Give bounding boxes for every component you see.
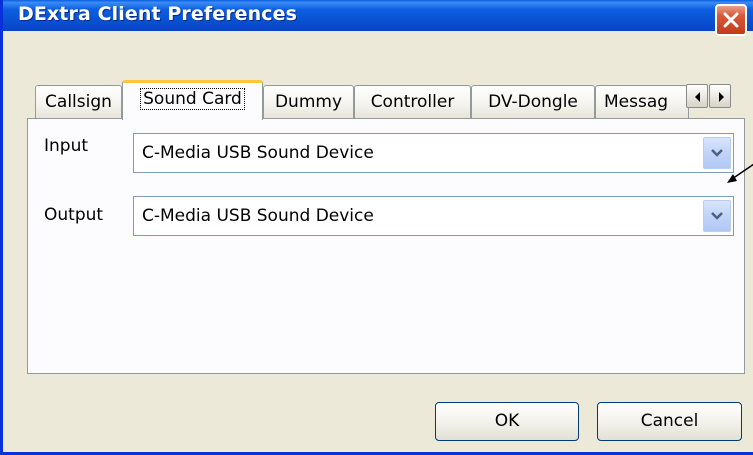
ok-button[interactable]: OK — [435, 402, 579, 441]
chevron-down-icon — [711, 149, 723, 157]
chevron-right-icon — [719, 92, 724, 102]
close-icon — [723, 12, 739, 28]
tab-dummy[interactable]: Dummy — [263, 85, 354, 118]
tab-label: Messag — [604, 92, 669, 112]
input-label: Input — [44, 136, 89, 156]
tab-scroll-right-button[interactable] — [709, 84, 731, 108]
chevron-left-icon — [695, 92, 700, 102]
tab-messages[interactable]: Messag — [595, 85, 689, 118]
tab-label: Controller — [370, 92, 455, 112]
output-device-value: C-Media USB Sound Device — [142, 206, 374, 226]
tab-dv-dongle[interactable]: DV-Dongle — [471, 85, 595, 118]
cancel-button[interactable]: Cancel — [597, 402, 742, 441]
title-bar[interactable]: DExtra Client Preferences — [3, 0, 753, 31]
tab-controller[interactable]: Controller — [354, 85, 471, 118]
tab-scroll-left-button[interactable] — [686, 84, 708, 108]
tab-label: Callsign — [45, 92, 112, 112]
input-device-value: C-Media USB Sound Device — [142, 143, 374, 163]
output-device-select[interactable]: C-Media USB Sound Device — [133, 196, 734, 236]
sound-card-panel: Input C-Media USB Sound Device Output C-… — [27, 118, 745, 374]
tab-label: Dummy — [274, 92, 343, 112]
tab-label: Sound Card — [140, 88, 245, 110]
input-device-select[interactable]: C-Media USB Sound Device — [133, 133, 734, 173]
tab-callsign[interactable]: Callsign — [35, 85, 122, 118]
tab-scroll-buttons — [686, 84, 732, 110]
tab-label: DV-Dongle — [488, 92, 578, 112]
close-button[interactable] — [715, 4, 747, 36]
window-title: DExtra Client Preferences — [18, 3, 298, 25]
chevron-down-icon — [711, 212, 723, 220]
output-label: Output — [44, 205, 104, 225]
tab-sound-card[interactable]: Sound Card — [122, 80, 263, 120]
preferences-dialog: DExtra Client Preferences Callsign Sound… — [0, 0, 753, 455]
annotation-arrow-icon — [727, 163, 753, 183]
output-dropdown-button[interactable] — [703, 200, 731, 232]
